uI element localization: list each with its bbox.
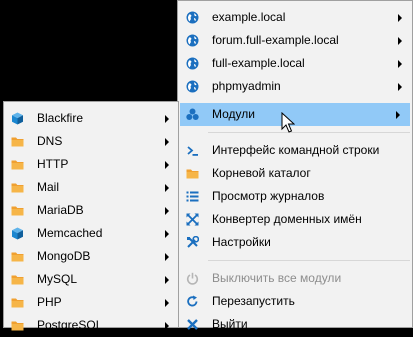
menu-item-root-folder[interactable]: Корневой каталог bbox=[178, 162, 412, 185]
menu-item-site-example-local[interactable]: example.local bbox=[178, 6, 412, 29]
submenu-item-label: PostgreSQL bbox=[37, 318, 103, 332]
folder-icon bbox=[11, 137, 24, 147]
tray-context-menu: example.local forum.full-example.local f… bbox=[177, 0, 413, 331]
exit-icon bbox=[187, 319, 198, 330]
menu-item-settings[interactable]: Настройки bbox=[178, 231, 412, 254]
submenu-arrow-icon bbox=[398, 83, 402, 91]
menu-item-exit[interactable]: Выйти bbox=[178, 313, 412, 336]
settings-tools-icon bbox=[187, 236, 199, 248]
mouse-pointer-icon bbox=[281, 112, 295, 133]
submenu-item-label: DNS bbox=[37, 134, 63, 148]
submenu-item-label: Memcached bbox=[37, 226, 103, 240]
submenu-arrow-icon bbox=[398, 14, 402, 22]
menu-item-label: Выключить все модули bbox=[212, 271, 342, 285]
submenu-arrow-icon bbox=[165, 230, 169, 238]
submenu-item-blackfire[interactable]: Blackfire bbox=[4, 107, 178, 130]
menu-separator bbox=[208, 260, 410, 261]
menu-item-modules[interactable]: Модули bbox=[180, 103, 410, 126]
submenu-item-label: MariaDB bbox=[37, 203, 84, 217]
submenu-arrow-icon bbox=[165, 115, 169, 123]
submenu-arrow-icon bbox=[165, 207, 169, 215]
globe-icon bbox=[186, 34, 199, 47]
submenu-item-php[interactable]: PHP bbox=[4, 291, 178, 314]
menu-item-site-forum-full-example-local[interactable]: forum.full-example.local bbox=[178, 29, 412, 52]
submenu-item-label: MongoDB bbox=[37, 249, 91, 263]
log-list-icon bbox=[186, 191, 199, 202]
submenu-item-label: PHP bbox=[37, 295, 62, 309]
menu-item-label: Модули bbox=[212, 107, 255, 121]
submenu-arrow-icon bbox=[396, 111, 400, 119]
power-icon bbox=[186, 272, 199, 285]
modules-submenu: Blackfire DNS HTTP Mail MariaDB Memcache… bbox=[3, 101, 179, 332]
menu-item-disable-all-modules[interactable]: Выключить все модули bbox=[178, 267, 412, 290]
menu-separator bbox=[208, 132, 410, 133]
submenu-item-http[interactable]: HTTP bbox=[4, 153, 178, 176]
submenu-arrow-icon bbox=[398, 60, 402, 68]
cube-icon bbox=[12, 227, 23, 240]
globe-icon bbox=[186, 57, 199, 70]
menu-item-restart[interactable]: Перезапустить bbox=[178, 290, 412, 313]
menu-item-label: Корневой каталог bbox=[212, 166, 311, 180]
menu-item-label: phpmyadmin bbox=[212, 79, 281, 93]
globe-icon bbox=[186, 80, 199, 93]
folder-icon bbox=[11, 298, 24, 308]
submenu-arrow-icon bbox=[165, 299, 169, 307]
menu-item-label: Настройки bbox=[212, 235, 271, 249]
menu-item-site-full-example-local[interactable]: full-example.local bbox=[178, 52, 412, 75]
submenu-item-label: HTTP bbox=[37, 157, 69, 171]
submenu-arrow-icon bbox=[165, 276, 169, 284]
folder-icon bbox=[11, 321, 24, 331]
convert-arrows-icon bbox=[186, 213, 199, 226]
submenu-item-mysql[interactable]: MySQL bbox=[4, 268, 178, 291]
globe-icon bbox=[186, 11, 199, 24]
submenu-item-label: Mail bbox=[37, 180, 60, 194]
menu-item-cli[interactable]: Интерфейс командной строки bbox=[178, 139, 412, 162]
menu-item-label: example.local bbox=[212, 10, 286, 24]
folder-icon bbox=[11, 160, 24, 170]
menu-item-site-phpmyadmin[interactable]: phpmyadmin bbox=[178, 75, 412, 98]
menu-item-label: Выйти bbox=[212, 317, 248, 331]
submenu-arrow-icon bbox=[165, 138, 169, 146]
menu-item-label: Просмотр журналов bbox=[212, 189, 325, 203]
menu-item-label: forum.full-example.local bbox=[212, 33, 339, 47]
submenu-item-dns[interactable]: DNS bbox=[4, 130, 178, 153]
folder-icon bbox=[11, 252, 24, 262]
submenu-item-memcached[interactable]: Memcached bbox=[4, 222, 178, 245]
submenu-arrow-icon bbox=[165, 253, 169, 261]
menu-item-view-logs[interactable]: Просмотр журналов bbox=[178, 185, 412, 208]
modules-icon bbox=[186, 108, 199, 120]
menu-item-label: Интерфейс командной строки bbox=[212, 143, 380, 157]
menu-item-label: full-example.local bbox=[212, 56, 305, 70]
folder-icon bbox=[11, 275, 24, 285]
submenu-arrow-icon bbox=[398, 37, 402, 45]
menu-item-label: Перезапустить bbox=[212, 294, 295, 308]
submenu-item-label: MySQL bbox=[37, 272, 78, 286]
submenu-item-mariadb[interactable]: MariaDB bbox=[4, 199, 178, 222]
folder-icon bbox=[11, 206, 24, 216]
menu-item-label: Конвертер доменных имён bbox=[212, 212, 362, 226]
submenu-arrow-icon bbox=[165, 322, 169, 330]
menu-item-domain-converter[interactable]: Конвертер доменных имён bbox=[178, 208, 412, 231]
restart-icon bbox=[187, 295, 198, 307]
submenu-item-label: Blackfire bbox=[37, 111, 84, 125]
terminal-icon bbox=[187, 146, 198, 156]
submenu-item-mail[interactable]: Mail bbox=[4, 176, 178, 199]
folder-icon bbox=[186, 169, 199, 179]
submenu-item-postgresql[interactable]: PostgreSQL bbox=[4, 314, 178, 337]
folder-icon bbox=[11, 183, 24, 193]
submenu-arrow-icon bbox=[165, 184, 169, 192]
submenu-arrow-icon bbox=[165, 161, 169, 169]
submenu-item-mongodb[interactable]: MongoDB bbox=[4, 245, 178, 268]
cube-icon bbox=[12, 112, 23, 125]
